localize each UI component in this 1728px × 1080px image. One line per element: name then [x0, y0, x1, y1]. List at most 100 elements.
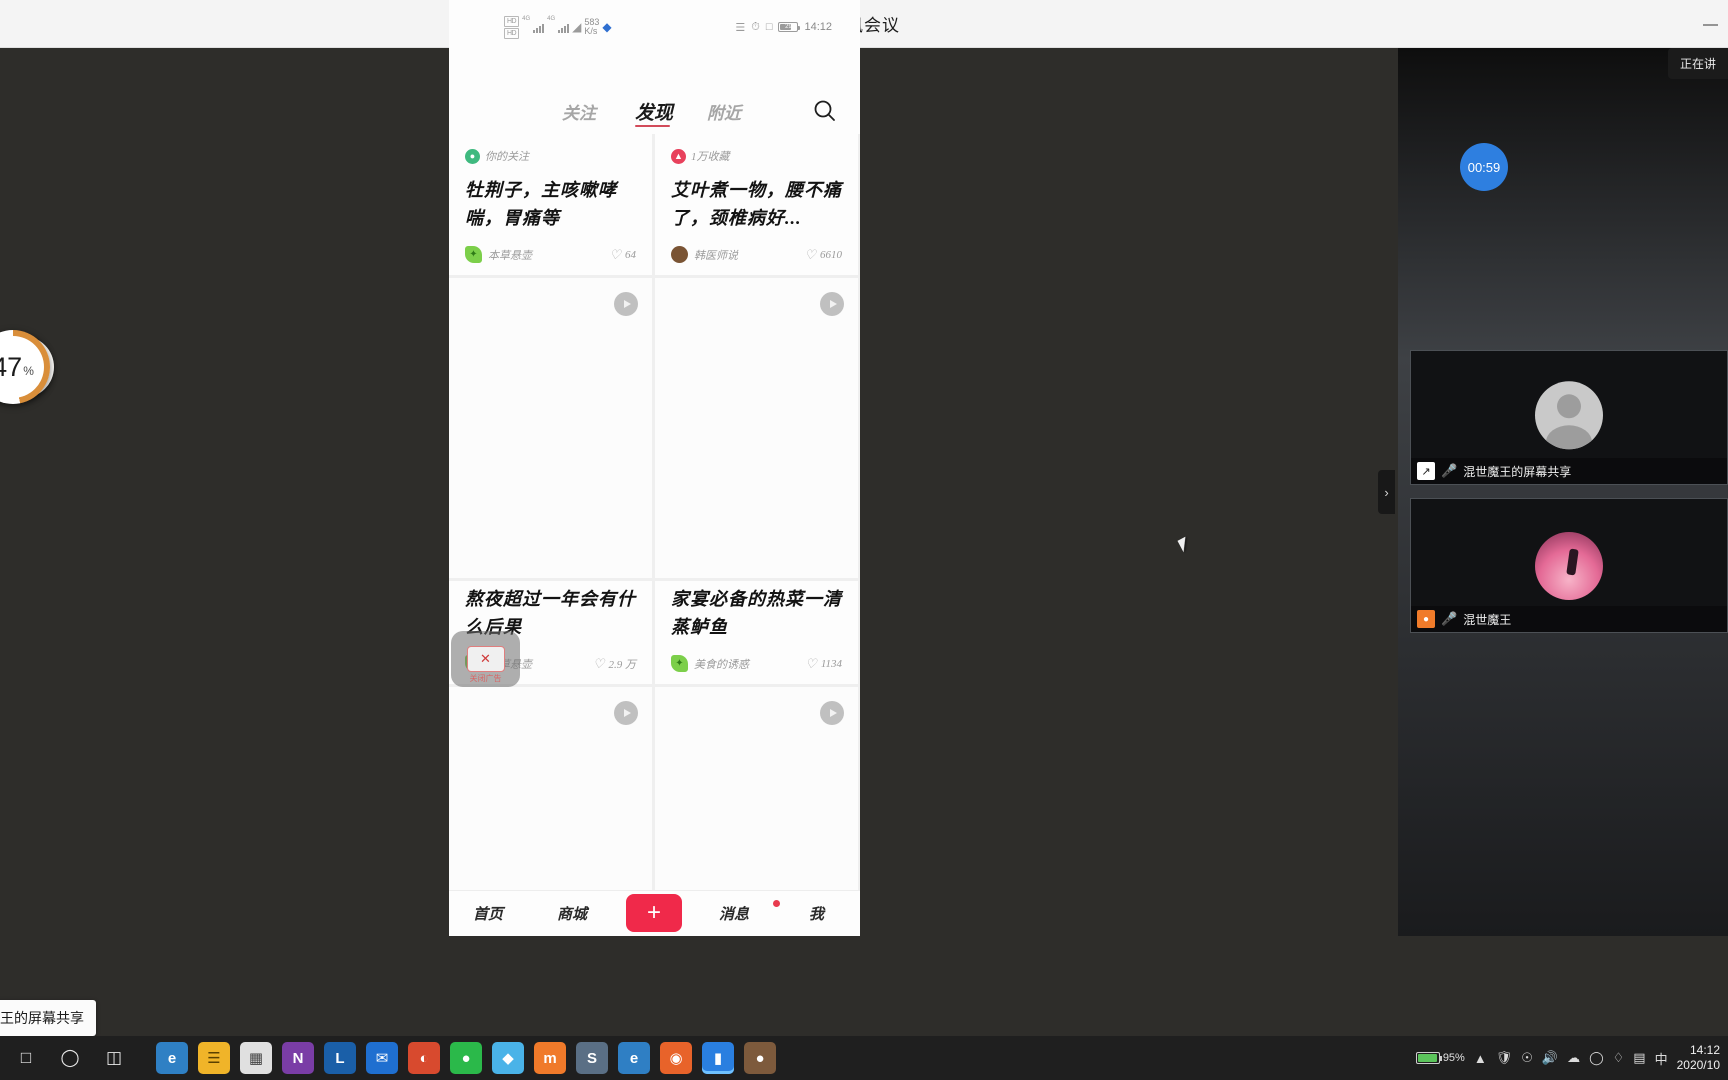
author-group[interactable]: ✦ 本草悬壶 [465, 246, 532, 263]
feed-column-left: ● 你的关注 牡荆子，主咳嗽哮喘，胃痛等 ✦ 本草悬壶 ♡ 64 熬夜超过一年会… [449, 134, 652, 936]
article-card[interactable] [655, 278, 858, 578]
article-card[interactable]: ● 你的关注 牡荆子，主咳嗽哮喘，胃痛等 ✦ 本草悬壶 ♡ 64 [449, 134, 652, 275]
article-card[interactable] [449, 278, 652, 578]
progress-ring-inner: 47 % [0, 336, 44, 398]
play-icon[interactable] [614, 701, 638, 725]
play-icon[interactable] [614, 292, 638, 316]
nav-item-messages[interactable]: 消息 [719, 903, 749, 924]
card-meta: 韩医师说 ♡ 6610 [671, 246, 842, 263]
messages-badge-dot [773, 900, 780, 907]
taskbar-app-microsoft-store[interactable]: ▦ [240, 1042, 272, 1074]
nav-add-button[interactable]: + [626, 894, 682, 932]
close-ad-label: 关闭广告 [469, 674, 502, 683]
mic-icon: 🎤 [1441, 611, 1458, 626]
author-name: 美食的诱惑 [694, 658, 749, 671]
minimize-button[interactable]: — [1703, 17, 1718, 32]
taskbar-app-wechat[interactable]: ● [450, 1042, 482, 1074]
cloud-icon[interactable]: ☁ [1567, 1050, 1580, 1066]
cast-icon: ☰ [735, 21, 746, 34]
heart-icon: ♡ [804, 246, 816, 262]
status-right-group: ☰ ⏱ □ 29 14:12 [735, 21, 832, 34]
signal-bars-2 [558, 22, 570, 33]
tab-discover[interactable]: 发现 [635, 98, 673, 125]
taskbar-app-mi[interactable]: m [534, 1042, 566, 1074]
battery-percent: 95% [1442, 1052, 1465, 1064]
article-card[interactable]: 家宴必备的热菜一清蒸鲈鱼 ✦ 美食的诱惑 ♡ 1134 [655, 581, 858, 684]
task-view-icon[interactable]: ◫ [92, 1036, 136, 1080]
like-group[interactable]: ♡ 64 [609, 247, 636, 263]
meeting-timer: 00:59 [1460, 143, 1508, 191]
nav-item-home[interactable]: 首页 [473, 903, 503, 924]
ime-indicator[interactable]: 中 [1655, 1049, 1668, 1068]
bluetooth-icon[interactable]: ♢ [1613, 1050, 1625, 1066]
taskbar-clock[interactable]: 14:12 2020/10 [1677, 1043, 1720, 1073]
wifi-icon: ◢ [572, 20, 582, 34]
shield-icon[interactable]: 🛡 [1496, 1050, 1513, 1066]
battery-icon [1415, 1052, 1442, 1064]
flame-icon: ▲ [671, 148, 686, 164]
sidebar-collapse-button[interactable]: › [1378, 470, 1395, 514]
play-icon[interactable] [820, 701, 844, 725]
phone-bottom-nav: 首页 商城 + 消息 我 [449, 890, 860, 936]
windows-icon[interactable]: □ [4, 1036, 48, 1080]
progress-widget[interactable]: 47 % [0, 330, 68, 404]
taskbar-app-fox[interactable]: ◆ [492, 1042, 524, 1074]
search-icon[interactable] [812, 98, 838, 124]
participant-tile[interactable]: ↗ 🎤 混世魔王的屏幕共享 [1410, 350, 1728, 485]
taskbar-app-office[interactable]: ◐ [408, 1042, 440, 1074]
usb-icon[interactable]: ☉ [1521, 1050, 1533, 1066]
taskbar-app-file-explorer[interactable]: ☰ [198, 1042, 230, 1074]
shared-phone-screen: HD HD 4G 4G ◢ 583 K/s ◆ ☰ ⏱ □ 29 14:12 关… [449, 0, 860, 936]
taskbar-app-mail[interactable]: ✉ [366, 1042, 398, 1074]
windows-taskbar: □ ◯ ◫ e ☰ ▦ N L ✉ ◐ ● ◆ m S e ◉ ▮ ● 95% … [0, 1036, 1728, 1080]
leaf-icon: ✦ [671, 655, 688, 672]
card-badge: ▲ 1万收藏 [671, 148, 842, 164]
article-card[interactable]: ▲ 1万收藏 艾叶煮一物，腰不痛了，颈椎病好... 韩医师说 ♡ 6610 [655, 134, 858, 275]
progress-unit: % [23, 364, 34, 378]
volume-icon[interactable]: 🔊 [1542, 1050, 1558, 1066]
close-icon[interactable]: ✕ [466, 646, 505, 672]
taskbar-app-lightroom[interactable]: L [324, 1042, 356, 1074]
like-group[interactable]: ♡ 6610 [804, 247, 842, 263]
tab-follow[interactable]: 关注 [562, 99, 596, 124]
author-group[interactable]: ✦ 美食的诱惑 [671, 655, 749, 672]
taskbar-app-edge-chromium[interactable]: e [156, 1042, 188, 1074]
close-ad-overlay[interactable]: ✕ 关闭广告 [451, 631, 520, 687]
article-feed: ● 你的关注 牡荆子，主咳嗽哮喘，胃痛等 ✦ 本草悬壶 ♡ 64 熬夜超过一年会… [449, 134, 860, 936]
status-left-group: HD HD 4G 4G ◢ 583 K/s ◆ [504, 15, 612, 39]
like-group[interactable]: ♡ 2.9 万 [593, 656, 636, 672]
phone-status-bar: HD HD 4G 4G ◢ 583 K/s ◆ ☰ ⏱ □ 29 14:12 [449, 12, 860, 42]
monitor-icon[interactable]: ▤ [1633, 1050, 1645, 1066]
participant-footer: ● 🎤 混世魔王 [1411, 606, 1727, 632]
avatar [1535, 380, 1603, 449]
chevron-up-icon[interactable]: ▲ [1474, 1051, 1487, 1066]
author-name: 韩医师说 [694, 249, 738, 262]
participant-footer: ↗ 🎤 混世魔王的屏幕共享 [1411, 458, 1727, 484]
taskbar-app-firefox[interactable]: ◉ [660, 1042, 692, 1074]
network-speed: 583 K/s [584, 18, 599, 36]
nav-item-me[interactable]: 我 [809, 903, 824, 924]
like-count: 2.9 万 [608, 658, 637, 671]
card-badge: ● 你的关注 [465, 148, 636, 164]
meeting-title-bar: 腾讯会议 — [0, 0, 1728, 48]
play-icon[interactable] [820, 292, 844, 316]
taskbar-app-onenote[interactable]: N [282, 1042, 314, 1074]
author-group[interactable]: 韩医师说 [671, 246, 738, 263]
like-group[interactable]: ♡ 1134 [805, 656, 842, 672]
active-tab-underline [635, 125, 670, 127]
network-icon[interactable]: ◯ [1589, 1050, 1604, 1066]
mic-icon: 🎤 [1441, 463, 1458, 478]
participant-tile[interactable]: ● 🎤 混世魔王 [1410, 498, 1728, 633]
taskbar-app-user[interactable]: ● [744, 1042, 776, 1074]
phone-clock: 14:12 [804, 21, 832, 33]
nav-item-shop[interactable]: 商城 [557, 903, 587, 924]
taskbar-app-tencent-meeting[interactable]: ▮ [702, 1042, 734, 1074]
search-circle-icon[interactable]: ◯ [48, 1036, 92, 1080]
taskbar-app-snipaste[interactable]: S [576, 1042, 608, 1074]
avatar-icon [671, 246, 688, 263]
tab-nearby[interactable]: 附近 [707, 99, 741, 124]
tray-battery[interactable]: 95% [1415, 1052, 1465, 1064]
like-count: 6610 [820, 248, 842, 261]
taskbar-app-internet-explorer[interactable]: e [618, 1042, 650, 1074]
hd-chip-1: HD [504, 15, 520, 27]
